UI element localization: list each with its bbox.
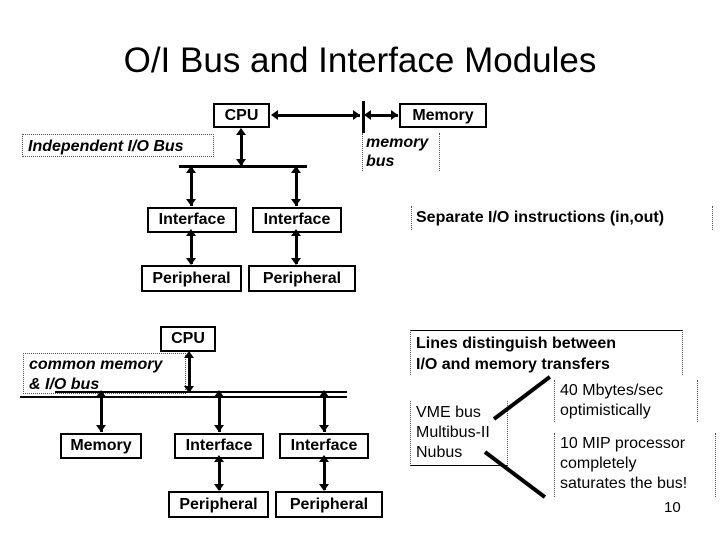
arrowhead-up-iobus-2 bbox=[291, 166, 301, 173]
node-peripheral-2-top: Peripheral bbox=[248, 265, 356, 292]
arrowhead-up-cpu-bottom bbox=[184, 351, 194, 358]
arrowhead-right-busbar bbox=[353, 110, 360, 120]
pointer-line-saturation bbox=[483, 450, 547, 499]
arrowhead-down-memory-bottom bbox=[96, 425, 106, 432]
arrowhead-up-commonbus-if2 bbox=[319, 390, 329, 397]
arrowhead-down-interface2-bottom bbox=[319, 425, 329, 432]
cpu-memory-link-left bbox=[278, 114, 360, 117]
node-peripheral-1-bottom: Peripheral bbox=[168, 491, 269, 518]
arrowhead-left-cpu bbox=[271, 110, 278, 120]
slide-canvas: O/I Bus and Interface Modules CPU Memory… bbox=[0, 0, 720, 540]
note-saturation: 10 MIP processor completely saturates th… bbox=[554, 433, 716, 497]
arrowhead-up-interface2-bottom bbox=[319, 455, 329, 462]
note-lines-distinguish: Lines distinguish between I/O and memory… bbox=[410, 330, 683, 375]
node-cpu-bottom: CPU bbox=[160, 326, 216, 352]
arrowhead-down-peripheral1 bbox=[186, 258, 196, 265]
pointer-line-bandwidth bbox=[492, 375, 552, 421]
node-memory-top: Memory bbox=[399, 103, 487, 128]
arrowhead-up-interface1 bbox=[186, 229, 196, 236]
note-bandwidth: 40 Mbytes/sec optimistically bbox=[554, 380, 698, 422]
page-title: O/I Bus and Interface Modules bbox=[123, 41, 597, 80]
arrowhead-up-commonbus-if1 bbox=[214, 390, 224, 397]
arrowhead-down-peripheral1-bottom bbox=[214, 484, 224, 491]
memory-bus-label: memory bus bbox=[362, 133, 440, 171]
io-bus-bar bbox=[179, 165, 307, 168]
arrowhead-down-interface1 bbox=[186, 199, 196, 206]
separate-io-instructions-note: Separate I/O instructions (in,out) bbox=[411, 206, 713, 230]
arrowhead-up-iobus-1 bbox=[186, 166, 196, 173]
arrowhead-right-memory bbox=[391, 110, 398, 120]
arrowhead-left-busbar bbox=[364, 110, 371, 120]
common-bus-bar-lower bbox=[20, 396, 347, 398]
arrowhead-down-peripheral2 bbox=[291, 258, 301, 265]
arrowhead-up-commonbus-memory bbox=[96, 390, 106, 397]
arrowhead-up-interface2 bbox=[291, 229, 301, 236]
independent-io-bus-label: Independent I/O Bus bbox=[22, 134, 214, 157]
arrowhead-down-interface1-bottom bbox=[214, 425, 224, 432]
node-peripheral-1-top: Peripheral bbox=[141, 265, 242, 292]
page-number: 10 bbox=[664, 499, 681, 516]
arrowhead-down-peripheral2-bottom bbox=[319, 484, 329, 491]
node-peripheral-2-bottom: Peripheral bbox=[275, 491, 383, 518]
common-memory-io-bus-label: common memory & I/O bus bbox=[23, 353, 186, 394]
arrowhead-up-cpu bbox=[236, 128, 246, 135]
arrowhead-up-interface1-bottom bbox=[214, 455, 224, 462]
node-memory-bottom: Memory bbox=[60, 433, 142, 459]
arrowhead-down-interface2 bbox=[291, 199, 301, 206]
node-cpu-top: CPU bbox=[213, 103, 270, 128]
